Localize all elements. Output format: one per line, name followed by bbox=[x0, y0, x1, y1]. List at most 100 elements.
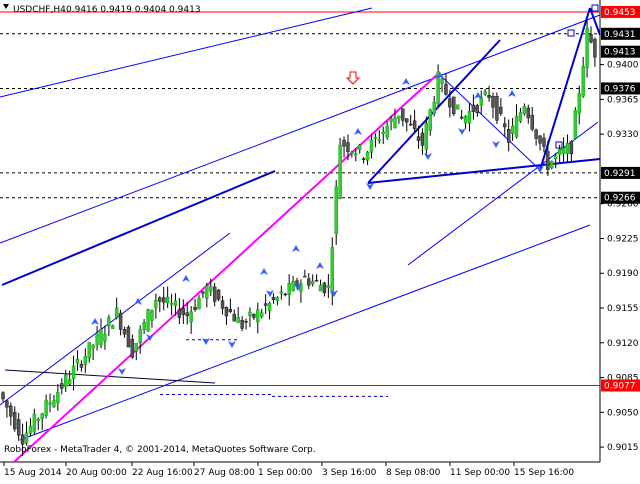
bull-candle bbox=[24, 432, 29, 444]
down-fractal-icon bbox=[458, 128, 466, 135]
price-label-text: 0.9077 bbox=[604, 382, 636, 392]
bull-candle bbox=[389, 118, 393, 122]
bull-candle bbox=[557, 148, 562, 155]
y-tick-label: 0.9225 bbox=[607, 234, 639, 244]
bear-candle bbox=[9, 405, 13, 417]
bull-candle bbox=[197, 298, 201, 310]
up-fractal-icon bbox=[91, 318, 99, 325]
up-fractal-icon bbox=[508, 90, 516, 97]
bull-candle bbox=[424, 123, 429, 150]
up-fractal-icon bbox=[182, 275, 190, 282]
bear-candle bbox=[224, 306, 229, 317]
bear-candle bbox=[122, 329, 127, 335]
bear-candle bbox=[361, 158, 366, 160]
candles-layer bbox=[1, 18, 597, 456]
bear-candle bbox=[158, 297, 162, 302]
y-tick-label: 0.9015 bbox=[607, 443, 639, 453]
bull-candle bbox=[134, 343, 138, 352]
bull-candle bbox=[330, 247, 334, 294]
down-fractal-icon bbox=[424, 153, 432, 160]
bull-candle bbox=[32, 413, 37, 433]
bull-candle bbox=[350, 151, 354, 155]
bull-candle bbox=[377, 139, 382, 141]
down-fractal-icon bbox=[266, 290, 274, 297]
up-fractal-icon bbox=[316, 262, 324, 269]
bull-candle bbox=[40, 413, 44, 420]
down-fractal-icon bbox=[228, 341, 236, 348]
x-tick-label: 15 Sep 16:00 bbox=[514, 468, 574, 478]
bear-candle bbox=[491, 95, 495, 108]
bull-candle bbox=[554, 155, 558, 159]
up-fractal-icon bbox=[402, 78, 410, 85]
bull-candle bbox=[36, 419, 40, 422]
bull-candle bbox=[463, 115, 468, 124]
bull-candle bbox=[52, 400, 56, 408]
channel-line bbox=[439, 74, 541, 171]
bear-candle bbox=[307, 278, 311, 286]
down-fractal-icon bbox=[118, 368, 126, 375]
bull-candle bbox=[510, 125, 515, 134]
bear-candle bbox=[162, 297, 166, 303]
bear-candle bbox=[526, 107, 530, 119]
bull-candle bbox=[91, 345, 95, 349]
bull-candle bbox=[456, 104, 460, 110]
bull-candle bbox=[87, 342, 91, 359]
y-tick-label: 0.9155 bbox=[607, 304, 639, 314]
x-tick-label: 22 Aug 16:00 bbox=[132, 468, 193, 478]
channel-line bbox=[0, 232, 231, 406]
bear-candle bbox=[499, 106, 503, 114]
chart-header: USDCHF,H4 0.9416 0.9419 0.9404 0.9413 bbox=[3, 4, 201, 15]
bull-candle bbox=[75, 359, 80, 364]
bull-candle bbox=[138, 329, 142, 343]
bear-candle bbox=[487, 94, 491, 98]
bull-candle bbox=[275, 297, 280, 301]
bull-candle bbox=[48, 402, 52, 405]
bear-candle bbox=[118, 312, 123, 330]
bull-candle bbox=[381, 131, 385, 134]
price-label-text: 0.9376 bbox=[604, 84, 636, 94]
bull-candle bbox=[71, 365, 76, 380]
bear-candle bbox=[475, 105, 480, 113]
bear-candle bbox=[244, 321, 248, 323]
falling-trendline bbox=[367, 158, 601, 184]
bull-candle bbox=[326, 285, 331, 288]
symbol-label: USDCHF,H4 bbox=[13, 5, 66, 15]
bear-candle bbox=[322, 282, 327, 294]
bear-candle bbox=[471, 104, 476, 112]
bear-candle bbox=[232, 313, 236, 322]
bull-candle bbox=[581, 66, 585, 97]
bear-candle bbox=[495, 96, 499, 121]
bull-candle bbox=[428, 109, 432, 131]
bear-candle bbox=[452, 96, 456, 115]
x-tick-label: 15 Aug 2014 bbox=[4, 468, 62, 478]
bull-candle bbox=[64, 374, 68, 387]
bear-candle bbox=[271, 296, 276, 301]
bear-candle bbox=[13, 412, 17, 430]
anchor-marker bbox=[567, 29, 575, 37]
bear-candle bbox=[252, 314, 256, 318]
bear-candle bbox=[506, 129, 511, 143]
bull-candle bbox=[310, 280, 315, 285]
bull-candle bbox=[83, 356, 88, 365]
bear-candle bbox=[228, 309, 233, 312]
bull-candle bbox=[28, 425, 33, 434]
channel-line bbox=[0, 14, 601, 244]
bull-candle bbox=[369, 139, 374, 153]
bull-candle bbox=[483, 91, 487, 95]
bull-candle bbox=[514, 115, 519, 138]
bear-candle bbox=[60, 383, 64, 389]
bull-candle bbox=[142, 321, 146, 330]
x-tick-label: 20 Aug 00:00 bbox=[66, 468, 127, 478]
bear-candle bbox=[263, 303, 268, 306]
bull-candle bbox=[209, 285, 213, 292]
bull-candle bbox=[287, 282, 291, 295]
price-label-text: 0.9291 bbox=[604, 169, 636, 179]
price-chart: 0.94000.93650.93300.92600.92250.91900.91… bbox=[0, 0, 640, 478]
price-label-text: 0.9431 bbox=[604, 30, 636, 40]
bull-candle bbox=[67, 379, 72, 385]
bull-candle bbox=[256, 309, 260, 323]
up-fractal-icon bbox=[134, 298, 142, 305]
anchor-marker bbox=[555, 141, 563, 149]
bear-candle bbox=[569, 141, 574, 155]
bull-candle bbox=[358, 144, 362, 150]
